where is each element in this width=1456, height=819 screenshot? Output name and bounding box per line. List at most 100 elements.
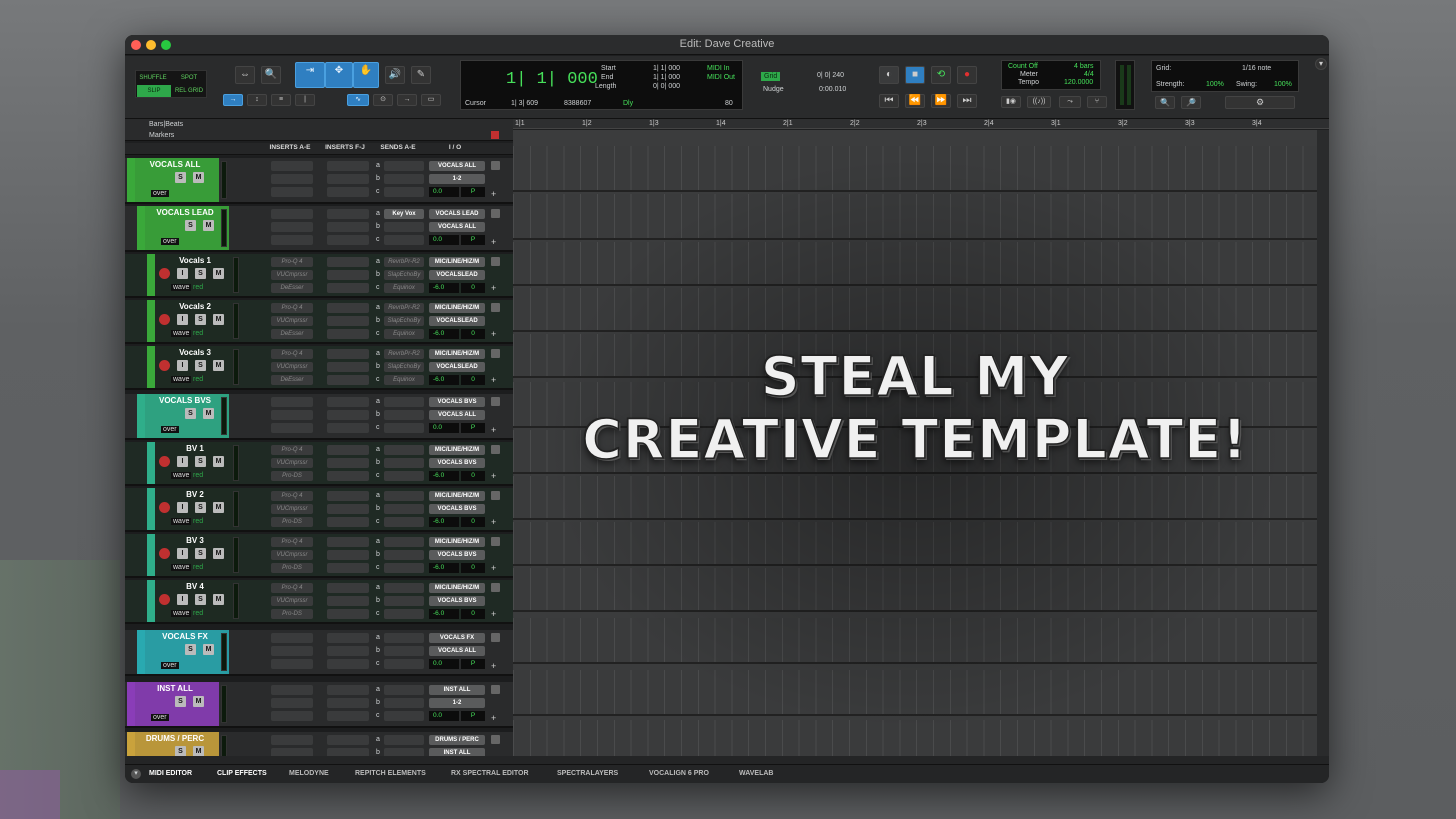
volume-readout[interactable]: -6.0 xyxy=(429,283,459,293)
track-options-icon[interactable] xyxy=(491,735,500,744)
insert-slot[interactable] xyxy=(327,397,369,407)
insert-slot[interactable]: Pro-DS xyxy=(271,471,313,481)
record-mode[interactable]: red xyxy=(193,518,203,525)
output-selector[interactable]: VOCALS ALL xyxy=(429,646,485,656)
input-selector[interactable]: MIC/LINE/HIZ/M xyxy=(429,257,485,267)
track-view-mode[interactable]: wave xyxy=(171,518,192,525)
mute-button[interactable]: M xyxy=(203,644,214,655)
nudge-value[interactable]: 0:00.010 xyxy=(819,86,846,93)
collapse-icon[interactable]: ▾ xyxy=(131,769,141,779)
slip-mode-button[interactable]: SLIP xyxy=(137,85,171,97)
tab-to-transient-icon[interactable]: → xyxy=(223,94,243,106)
insert-slot[interactable]: VUCmprssr xyxy=(271,458,313,468)
track-options-icon[interactable] xyxy=(491,537,500,546)
send-slot[interactable] xyxy=(384,563,424,573)
track-name[interactable]: VOCALS BVS xyxy=(149,396,221,405)
pan-readout[interactable]: P xyxy=(461,423,485,433)
insert-slot[interactable] xyxy=(271,685,313,695)
insert-slot[interactable] xyxy=(327,209,369,219)
pan-readout[interactable]: 0 xyxy=(461,563,485,573)
track-name[interactable]: DRUMS / PERC xyxy=(139,734,211,743)
send-slot[interactable] xyxy=(384,235,424,245)
volume-readout[interactable]: -6.0 xyxy=(429,563,459,573)
insert-slot[interactable]: Pro-DS xyxy=(271,563,313,573)
insert-slot[interactable] xyxy=(327,349,369,359)
send-slot[interactable] xyxy=(384,550,424,560)
record-mode[interactable]: red xyxy=(193,284,203,291)
insert-slot[interactable]: VUCmprssr xyxy=(271,270,313,280)
insert-slot[interactable] xyxy=(327,257,369,267)
start-value[interactable]: 1| 1| 000 xyxy=(653,65,680,72)
input-selector[interactable]: VOCALS ALL xyxy=(429,161,485,171)
insert-slot[interactable] xyxy=(327,633,369,643)
send-slot[interactable] xyxy=(384,685,424,695)
add-send-icon[interactable]: + xyxy=(491,238,500,247)
mute-button[interactable]: M xyxy=(193,746,204,756)
track-bv-4[interactable]: BV 4 S M Iwave red Pro-Q 4 VUCmprssr Pro-DS a b c M… xyxy=(125,580,513,624)
editor-tab[interactable]: VOCALIGN 6 PRO xyxy=(649,770,709,777)
insert-slot[interactable] xyxy=(271,187,313,197)
end-value[interactable]: 1| 1| 000 xyxy=(653,74,680,81)
track-view-mode[interactable]: wave xyxy=(171,564,192,571)
fast-forward-icon[interactable]: ⏩ xyxy=(931,94,951,108)
output-selector[interactable]: INST ALL xyxy=(429,748,485,756)
insert-slot[interactable]: Pro-Q 4 xyxy=(271,445,313,455)
record-mode[interactable]: red xyxy=(193,330,203,337)
track-options-icon[interactable] xyxy=(491,257,500,266)
send-slot[interactable]: SlapEchoBy xyxy=(384,362,424,372)
add-send-icon[interactable]: + xyxy=(491,376,500,385)
trim-tool-icon[interactable]: ⇥ xyxy=(295,62,325,88)
track-view-mode[interactable]: over xyxy=(161,238,179,245)
input-monitor-button[interactable]: I xyxy=(177,456,188,467)
send-slot[interactable] xyxy=(384,397,424,407)
pan-readout[interactable]: 0 xyxy=(461,375,485,385)
insert-slot[interactable]: VUCmprssr xyxy=(271,550,313,560)
track-name[interactable]: BV 2 xyxy=(159,490,231,499)
track-view-mode[interactable]: wave xyxy=(171,610,192,617)
record-enable-button[interactable] xyxy=(159,268,170,279)
grabber-tool-icon[interactable]: ✋ xyxy=(353,62,379,88)
insert-slot[interactable] xyxy=(327,698,369,708)
count-off-label[interactable]: Count Off xyxy=(1008,63,1038,70)
insert-slot[interactable] xyxy=(327,161,369,171)
track-name[interactable]: BV 4 xyxy=(159,582,231,591)
input-monitor-button[interactable]: I xyxy=(177,548,188,559)
insert-slot[interactable]: DeEsser xyxy=(271,329,313,339)
insert-slot[interactable] xyxy=(327,329,369,339)
send-slot[interactable] xyxy=(384,633,424,643)
return-to-zero-icon[interactable]: ⏮ xyxy=(879,94,899,108)
record-enable-button[interactable] xyxy=(159,456,170,467)
insert-slot[interactable]: Pro-DS xyxy=(271,609,313,619)
vertical-scrollbar[interactable] xyxy=(1317,130,1329,756)
insert-slot[interactable] xyxy=(327,659,369,669)
insert-slot[interactable] xyxy=(271,711,313,721)
insert-slot[interactable] xyxy=(327,445,369,455)
editor-tab[interactable]: MELODYNE xyxy=(289,770,329,777)
insert-slot[interactable] xyxy=(271,748,313,756)
send-slot[interactable] xyxy=(384,161,424,171)
insert-slot[interactable] xyxy=(327,504,369,514)
output-selector[interactable]: VOCALS BVS xyxy=(429,458,485,468)
pan-readout[interactable]: 0 xyxy=(461,329,485,339)
insert-slot[interactable] xyxy=(271,659,313,669)
output-selector[interactable]: VOCALS ALL xyxy=(429,222,485,232)
editor-tab[interactable]: REPITCH ELEMENTS xyxy=(355,770,426,777)
insert-slot[interactable]: VUCmprssr xyxy=(271,596,313,606)
insert-slot[interactable] xyxy=(327,375,369,385)
shuffle-mode-button[interactable]: SHUFFLE xyxy=(136,72,170,84)
midi-merge-icon[interactable]: ⑂ xyxy=(1087,96,1107,108)
pan-readout[interactable]: P xyxy=(461,659,485,669)
add-send-icon[interactable]: + xyxy=(491,190,500,199)
input-selector[interactable]: VOCALS LEAD xyxy=(429,209,485,219)
send-slot[interactable] xyxy=(384,504,424,514)
send-slot[interactable]: Equinox xyxy=(384,329,424,339)
record-mode[interactable]: red xyxy=(193,472,203,479)
insertion-follows-icon[interactable]: | xyxy=(295,94,315,106)
track-vocals-lead[interactable]: VOCALS LEAD S Mover a Key Vox b c VOCALS LEAD VO… xyxy=(125,206,513,252)
insert-slot[interactable] xyxy=(327,222,369,232)
send-slot[interactable] xyxy=(384,735,424,745)
send-slot[interactable] xyxy=(384,410,424,420)
input-selector[interactable]: DRUMS / PERC xyxy=(429,735,485,745)
metronome-icon[interactable]: ▮◉ xyxy=(1001,96,1021,108)
insert-slot[interactable]: Pro-Q 4 xyxy=(271,349,313,359)
